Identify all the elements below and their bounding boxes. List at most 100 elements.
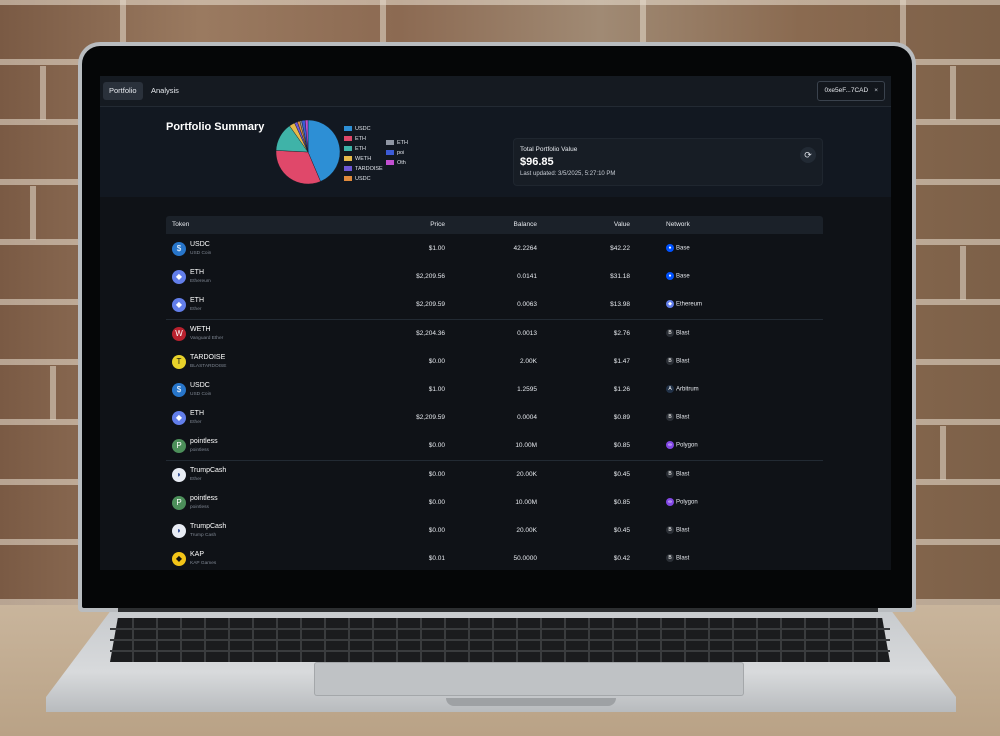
trumpcash-icon: ◗ [172, 524, 186, 538]
eth-icon: ◆ [172, 270, 186, 285]
wallet-address-button[interactable]: 0xe5eF...7CAD × [817, 81, 885, 101]
table-row[interactable]: ◗ TrumpCash Trump Cash $0.00 20.00K $0.45 B Bla… [166, 517, 823, 546]
total-value-amount: $96.85 [520, 156, 554, 168]
header-network[interactable]: Network [666, 221, 690, 228]
token-symbol: ETH [190, 297, 204, 305]
token-symbol: KAP [190, 551, 205, 559]
legend-item: ETH [386, 138, 408, 148]
token-price: $0.01 [428, 555, 445, 563]
network-polygon-icon: ∞ [666, 441, 674, 450]
token-name: pointless [190, 504, 209, 510]
token-value: $13.98 [610, 301, 630, 309]
legend-item: USDC [344, 174, 383, 184]
token-name: KAP Games [190, 561, 217, 567]
token-value: $0.89 [613, 414, 630, 422]
legend-swatch [386, 140, 394, 146]
token-value: $0.45 [613, 527, 630, 534]
token-name: USD Coin [190, 251, 212, 256]
network-blast-icon: B [666, 356, 674, 365]
last-updated-text: Last updated: 3/5/2025, 5:27:10 PM [520, 171, 616, 177]
header-balance[interactable]: Balance [514, 221, 538, 228]
token-balance: 50.0000 [513, 555, 538, 563]
token-symbol: USDC [190, 241, 210, 248]
network-name: Base [676, 273, 690, 280]
network-name: Blast [676, 555, 690, 562]
token-balance: 10.00M [515, 442, 537, 450]
network-badge: B Blast [666, 413, 690, 422]
token-value: $2.76 [613, 329, 630, 337]
token-balance: 0.0141 [517, 273, 537, 281]
token-value: $1.26 [613, 386, 630, 393]
legend-label: poi [397, 150, 405, 156]
network-badge: ● Base [666, 244, 690, 252]
token-balance: 1.2595 [517, 386, 537, 393]
table-row[interactable]: ◆ ETH Ether $2,209.59 0.0004 $0.89 B Blast [166, 404, 823, 434]
page-title: Portfolio Summary [166, 121, 265, 133]
token-symbol: pointless [190, 438, 218, 446]
table-row[interactable]: W WETH Vanguard Ether $2,204.36 0.0013 $2.76 B… [166, 319, 823, 349]
tardoise-icon: T [172, 354, 186, 369]
header-price[interactable]: Price [430, 221, 445, 228]
network-name: Blast [676, 414, 690, 421]
token-name: Ether [190, 420, 202, 426]
tab-portfolio[interactable]: Portfolio [103, 82, 143, 100]
table-row[interactable]: ◗ TrumpCash Ether $0.00 20.00K $0.45 B Blast [166, 460, 823, 490]
tab-analysis[interactable]: Analysis [145, 82, 185, 100]
top-nav: Portfolio Analysis 0xe5eF...7CAD × [100, 76, 891, 107]
token-table: Token Price Balance Value Network $ USDC U… [166, 216, 823, 570]
token-value: $1.47 [613, 357, 630, 365]
table-row[interactable]: ◆ ETH Ethereum $2,209.56 0.0141 $31.18 ● Base [166, 263, 823, 293]
token-balance: 20.00K [516, 470, 537, 478]
pointless-icon: P [172, 439, 186, 454]
token-balance: 0.0063 [517, 301, 537, 309]
legend-label: ETH [397, 140, 408, 146]
legend-item: TARDOISE [344, 164, 383, 174]
network-blast-icon: B [666, 554, 674, 563]
network-badge: A Arbitrum [666, 385, 699, 393]
legend-item: Oth [386, 158, 408, 168]
network-badge: B Blast [666, 469, 690, 478]
table-row[interactable]: ◆ ETH Ether $2,209.59 0.0063 $13.98 ◆ Ethereum [166, 291, 823, 321]
legend-swatch [344, 166, 352, 172]
table-row[interactable]: T TARDOISE BLASTARDOISE $0.00 2.00K $1.47 B Bla… [166, 347, 823, 377]
token-value: $0.45 [613, 470, 630, 478]
token-price: $2,209.56 [416, 273, 445, 281]
legend-swatch [344, 136, 352, 142]
table-row[interactable]: Ppointless pointless $0.00 10.00M $0.85 ∞ Poly… [166, 488, 823, 518]
trackpad [314, 662, 744, 696]
token-price: $2,204.36 [416, 329, 445, 337]
table-row[interactable]: Ppointless pointless $0.00 10.00M $0.85 ∞ Poly… [166, 432, 823, 462]
token-price: $1.00 [428, 386, 445, 393]
network-blast-icon: B [666, 413, 674, 422]
trumpcash-icon: ◗ [172, 467, 186, 482]
legend-swatch [386, 150, 394, 156]
token-price: $0.00 [428, 498, 445, 506]
network-badge: ◆ Ethereum [666, 300, 702, 309]
total-value-label: Total Portfolio Value [520, 146, 578, 153]
table-row[interactable]: $ USDC USD Coin $1.00 1.2595 $1.26 A Arbitrum [166, 376, 823, 405]
network-name: Blast [676, 471, 690, 478]
network-blast-icon: B [666, 469, 674, 478]
token-name: BLASTARDOISE [190, 363, 227, 369]
header-value[interactable]: Value [614, 221, 630, 228]
network-polygon-icon: ∞ [666, 497, 674, 506]
disconnect-close-icon[interactable]: × [874, 87, 878, 94]
header-token[interactable]: Token [172, 221, 189, 228]
legend-swatch [344, 176, 352, 182]
token-value: $0.85 [613, 498, 630, 506]
table-row[interactable]: ◆ KAP KAP Games $0.01 50.0000 $0.42 B Blast [166, 545, 823, 570]
network-blast-icon: B [666, 526, 674, 534]
legend-item: WETH [344, 154, 383, 164]
table-header: Token Price Balance Value Network [166, 216, 823, 234]
network-name: Blast [676, 358, 690, 365]
wallet-address: 0xe5eF...7CAD [824, 87, 869, 94]
network-name: Arbitrum [676, 386, 699, 393]
legend-swatch [344, 126, 352, 132]
app-screen: Portfolio Analysis 0xe5eF...7CAD × Portfo… [100, 76, 891, 570]
table-row[interactable]: $ USDC USD Coin $1.00 42.2264 $42.22 ● Base [166, 235, 823, 264]
token-name: pointless [190, 448, 209, 454]
network-name: Polygon [676, 442, 698, 449]
refresh-icon[interactable]: ⟳ [800, 147, 816, 163]
token-balance: 2.00K [520, 357, 537, 365]
token-balance: 20.00K [516, 527, 537, 534]
